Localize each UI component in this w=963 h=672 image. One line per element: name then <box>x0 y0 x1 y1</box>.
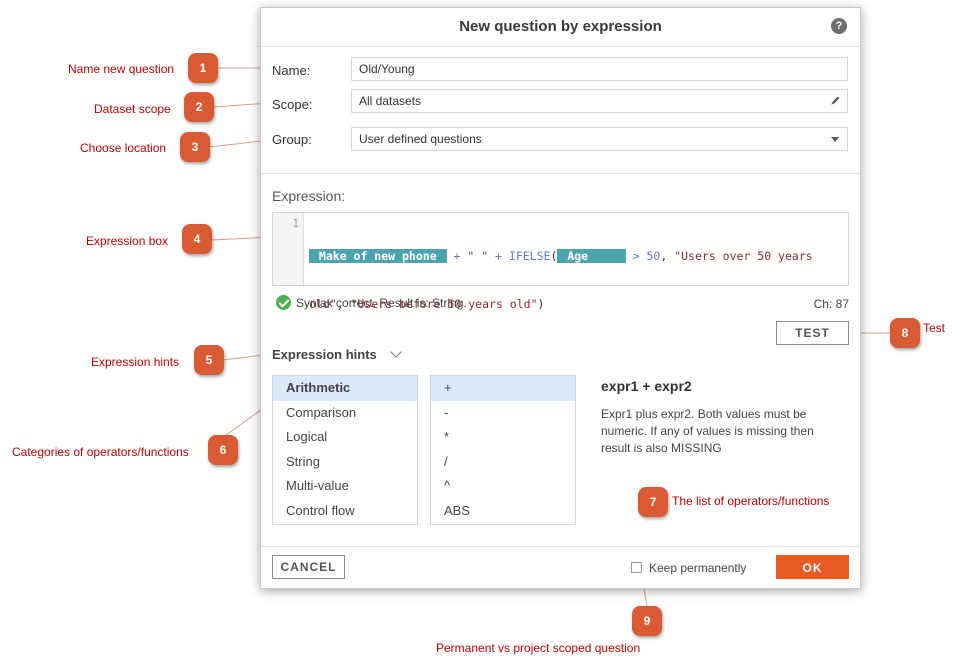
ok-button[interactable]: OK <box>776 555 849 579</box>
callout-label-4: Expression box <box>86 234 169 248</box>
category-item[interactable]: Comparison <box>273 401 417 426</box>
callout-label-5: Expression hints <box>91 355 180 369</box>
footer-divider <box>261 546 860 547</box>
operator-item[interactable]: ABS <box>431 499 575 524</box>
hint-description-title: expr1 + expr2 <box>601 378 692 394</box>
syntax-status-text: Syntax correct. Result is: String. <box>296 296 467 310</box>
callout-label-6: Categories of operators/functions <box>12 445 189 459</box>
expression-title: Expression: <box>272 188 346 204</box>
group-select[interactable]: User defined questions <box>351 127 848 151</box>
number-token: 50 <box>646 249 661 263</box>
category-item[interactable]: Control flow <box>273 499 417 524</box>
callout-badge-2: 2 <box>184 92 214 122</box>
test-button[interactable]: TEST <box>776 321 849 345</box>
operator-token: + <box>446 249 468 263</box>
expression-hints-toggle[interactable]: Expression hints <box>272 347 377 362</box>
code-line-1: Make of new phone + " " + IFELSE( Age > … <box>309 248 839 264</box>
operator-item[interactable]: + <box>431 376 575 401</box>
category-item[interactable]: Logical <box>273 425 417 450</box>
fields-divider <box>261 173 860 174</box>
category-item[interactable]: Arithmetic <box>273 376 417 401</box>
name-label: Name: <box>272 63 311 78</box>
callout-label-1: Name new question <box>68 62 175 76</box>
operator-token: > <box>625 249 647 263</box>
operator-list: + - * / ^ ABS <box>430 375 576 525</box>
hint-description-text: Expr1 plus expr2. Both values must be nu… <box>601 407 814 455</box>
chevron-down-icon <box>831 137 839 142</box>
header-divider <box>261 46 860 47</box>
keep-permanently-label: Keep permanently <box>649 561 747 575</box>
callout-badge-3: 3 <box>180 132 210 162</box>
group-value: User defined questions <box>359 132 482 146</box>
check-icon <box>276 295 291 310</box>
scope-value: All datasets <box>359 94 422 108</box>
category-item[interactable]: Multi-value <box>273 474 417 499</box>
dialog-title: New question by expression <box>459 18 662 35</box>
pencil-icon[interactable] <box>830 95 841 106</box>
callout-label-3: Choose location <box>80 141 167 155</box>
string-token: "Users over 50 years <box>674 249 813 263</box>
callout-badge-7: 7 <box>638 487 668 517</box>
operator-item[interactable]: / <box>431 450 575 475</box>
line-number-gutter: 1 <box>273 213 304 285</box>
question-chip-phone[interactable]: Make of new phone <box>309 249 447 263</box>
keep-permanently-checkbox[interactable] <box>631 562 642 573</box>
help-icon[interactable]: ? <box>831 18 847 34</box>
syntax-status: Syntax correct. Result is: String. <box>276 295 467 310</box>
line-number: 1 <box>292 217 299 230</box>
callout-badge-1: 1 <box>188 53 218 83</box>
group-label: Group: <box>272 132 312 147</box>
name-input[interactable]: Old/Young <box>351 57 848 81</box>
cancel-button[interactable]: CANCEL <box>272 555 345 579</box>
paren-token: ) <box>537 297 545 311</box>
operator-item[interactable]: ^ <box>431 474 575 499</box>
question-chip-age[interactable]: Age <box>557 249 626 263</box>
expression-editor[interactable]: 1 Make of new phone + " " + IFELSE( Age … <box>272 212 849 311</box>
callout-label-8: Test <box>923 321 946 335</box>
callout-label-2: Dataset scope <box>94 102 171 116</box>
operator-item[interactable]: * <box>431 425 575 450</box>
annotated-screenshot: New question by expression ? Name: Old/Y… <box>0 0 963 672</box>
string-token: " " <box>467 249 489 263</box>
scope-label: Scope: <box>272 97 313 112</box>
category-item[interactable]: String <box>273 450 417 475</box>
callout-badge-6: 6 <box>208 435 238 465</box>
operator-item[interactable]: - <box>431 401 575 426</box>
operator-token: + <box>488 249 509 263</box>
keep-permanently[interactable]: Keep permanently <box>631 561 746 575</box>
expression-code[interactable]: Make of new phone + " " + IFELSE( Age > … <box>309 216 839 344</box>
callout-badge-5: 5 <box>194 345 224 375</box>
callout-label-7: The list of operators/functions <box>672 494 830 508</box>
comma-token: , <box>660 249 675 263</box>
callout-badge-4: 4 <box>182 224 212 254</box>
category-list: Arithmetic Comparison Logical String Multi-v… <box>272 375 418 525</box>
char-count: Ch: 87 <box>813 297 849 311</box>
dialog-header: New question by expression ? <box>261 8 860 46</box>
callout-badge-8: 8 <box>890 318 920 348</box>
function-token: IFELSE <box>508 249 551 263</box>
scope-field[interactable]: All datasets <box>351 89 848 113</box>
callout-label-9: Permanent vs project scoped question <box>436 641 641 655</box>
callout-badge-9: 9 <box>632 606 662 636</box>
chevron-down-icon[interactable] <box>390 346 402 358</box>
